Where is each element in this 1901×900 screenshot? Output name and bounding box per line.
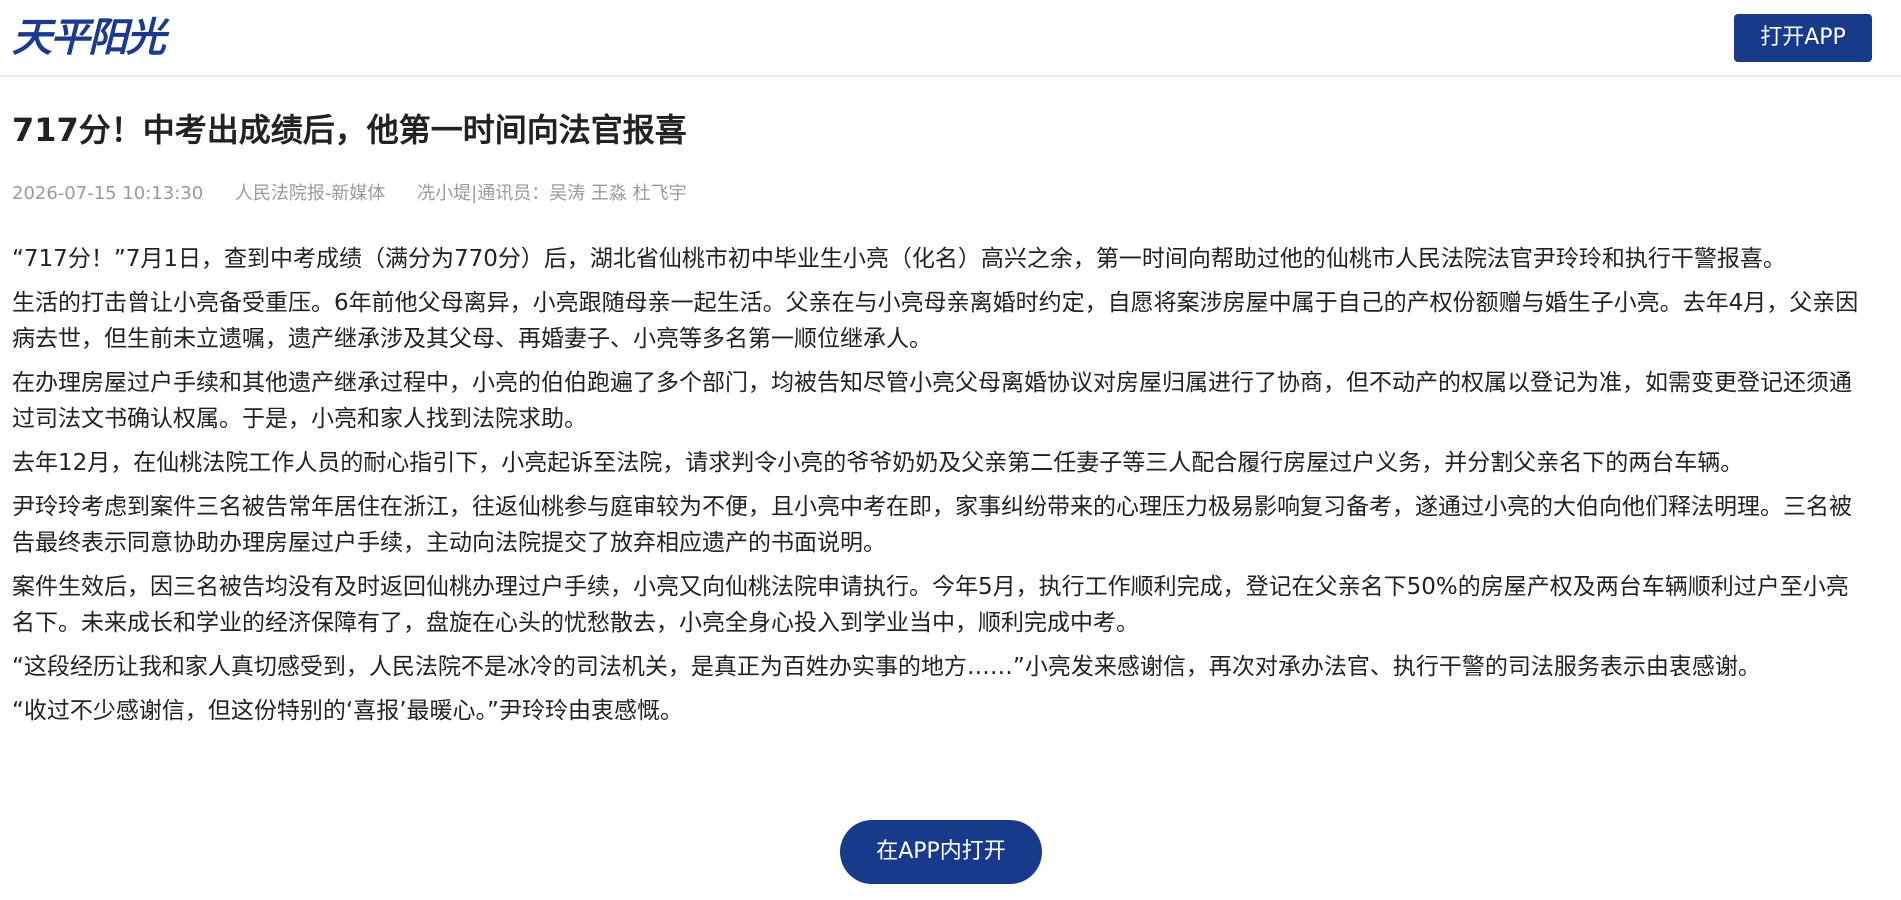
publish-datetime: 2026-07-15 10:13:30 — [12, 183, 204, 204]
article-byline: 冼小堤|通讯员：吴涛 王淼 杜飞宇 — [417, 183, 687, 204]
article-title: 717分！中考出成绩后，他第一时间向法官报喜 — [12, 111, 687, 149]
site-logo[interactable]: 天平阳光 — [12, 14, 166, 62]
article-paragraph: 去年12月，在仙桃法院工作人员的耐心指引下，小亮起诉至法院，请求判令小亮的爷爷奶… — [12, 450, 1744, 476]
article-paragraph: “717分！”7月1日，查到中考成绩（满分为770分）后，湖北省仙桃市初中毕业生… — [12, 246, 1786, 272]
article-paragraph: 案件生效后，因三名被告均没有及时返回仙桃办理过户手续，小亮又向仙桃法院申请执行。… — [12, 574, 1849, 636]
article-body: “717分！”7月1日，查到中考成绩（满分为770分）后，湖北省仙桃市初中毕业生… — [12, 241, 1864, 737]
article-meta: 2026-07-15 10:13:30 人民法院报-新媒体 冼小堤|通讯员：吴涛… — [12, 181, 713, 207]
article-paragraph: “收过不少感谢信，但这份特别的‘喜报’最暖心。”尹玲玲由衷感慨。 — [12, 698, 683, 724]
open-in-app-button[interactable]: 在APP内打开 — [840, 820, 1042, 884]
article-paragraph: 尹玲玲考虑到案件三名被告常年居住在浙江，往返仙桃参与庭审较为不便，且小亮中考在即… — [12, 494, 1852, 556]
open-app-button[interactable]: 打开APP — [1734, 14, 1872, 62]
article-paragraph: 生活的打击曾让小亮备受重压。6年前他父母离异，小亮跟随母亲一起生活。父亲在与小亮… — [12, 290, 1859, 352]
article-paragraph: 在办理房屋过户手续和其他遗产继承过程中，小亮的伯伯跑遍了多个部门，均被告知尽管小… — [12, 370, 1852, 432]
article-source: 人民法院报-新媒体 — [234, 183, 386, 204]
top-header: 天平阳光 打开APP — [0, 0, 1901, 77]
article-paragraph: “这段经历让我和家人真切感受到，人民法院不是冰冷的司法机关，是真正为百姓办实事的… — [12, 654, 1761, 680]
